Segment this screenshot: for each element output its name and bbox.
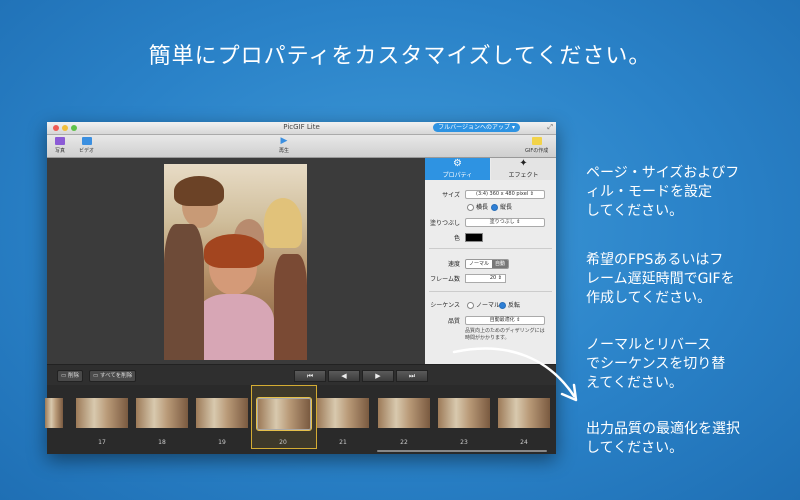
size-value: (3:4) 360 x 480 pixel	[476, 191, 529, 197]
caption-quality: 出力品質の最適化を選択 してください。	[586, 421, 740, 456]
chevron-updown-icon: ⇕	[516, 219, 521, 225]
speed-label: 速度	[447, 261, 460, 268]
sequence-normal-label: ノーマル	[476, 302, 501, 309]
properties-panel: ⚙ プロパティ ✦ エフェクト サイズ (3:4) 360 x 480 pixe…	[425, 158, 556, 364]
frame-thumbnail-17[interactable]	[76, 398, 128, 428]
image-icon: ▭	[61, 373, 67, 379]
last-frame-button[interactable]: ⏭	[396, 370, 428, 382]
skip-end-icon: ⏭	[408, 372, 416, 380]
magic-wand-icon: ✦	[519, 158, 528, 169]
next-frame-button[interactable]: ▶	[362, 370, 394, 382]
frame-number: 17	[98, 439, 106, 446]
quality-label: 品質	[447, 318, 460, 325]
frame-number: 18	[158, 439, 166, 446]
frame-number: 23	[460, 439, 468, 446]
play-button[interactable]: ▶ 再生	[279, 136, 290, 155]
portrait-radio[interactable]	[491, 204, 498, 211]
size-select[interactable]: (3:4) 360 x 480 pixel ⇕	[465, 190, 545, 199]
tab-effects[interactable]: ✦ エフェクト	[491, 158, 556, 180]
stepper-icon[interactable]: ⇕	[498, 275, 502, 281]
size-label: サイズ	[442, 192, 460, 199]
fullscreen-icon[interactable]: ⤢	[547, 123, 553, 132]
landscape-option[interactable]: 横長	[467, 202, 488, 211]
landscape-radio[interactable]	[467, 204, 474, 211]
delete-button[interactable]: ▭ 削除	[57, 370, 83, 382]
photo-button[interactable]: 写真	[55, 137, 65, 154]
chevron-updown-icon: ⇕	[529, 191, 534, 197]
sequence-normal-radio[interactable]	[467, 302, 474, 309]
gear-icon: ⚙	[453, 158, 462, 169]
upgrade-label: フルバージョンへのアップ	[438, 124, 511, 131]
preview-photo	[164, 164, 307, 360]
tab-properties[interactable]: ⚙ プロパティ	[425, 158, 490, 180]
speed-auto-option[interactable]: 自動	[492, 260, 509, 268]
frame-thumbnail-22[interactable]	[378, 398, 430, 428]
color-label: 色	[453, 235, 460, 242]
toolbar: 写真 ビデオ ▶ 再生 GIFの作成	[47, 135, 556, 158]
frame-thumbnail-19[interactable]	[196, 398, 248, 428]
arrow-left-icon: ◀	[341, 372, 347, 380]
caption-page-size: ページ・サイズおよびフ ィル・モードを設定 してください。	[586, 165, 740, 219]
delete-label: 削除	[67, 373, 79, 379]
image-icon: ▭	[93, 373, 99, 379]
fill-select[interactable]: 塗りつぶし ⇕	[465, 218, 545, 227]
landscape-label: 横長	[476, 204, 489, 211]
photo-label: 写真	[55, 148, 66, 154]
pointer-arrow-icon	[452, 347, 578, 402]
quality-select[interactable]: 自動最適化 ⇕	[465, 316, 545, 325]
filmstrip-scrollbar[interactable]	[377, 450, 547, 452]
fill-value: 塗りつぶし	[489, 219, 515, 225]
speed-normal-option[interactable]: ノーマル	[466, 260, 493, 268]
video-button[interactable]: ビデオ	[79, 137, 94, 154]
frame-number: 21	[339, 439, 347, 446]
speed-toggle: ノーマル 自動	[465, 259, 510, 269]
frame-number: 20	[279, 439, 287, 446]
frame-number: 22	[400, 439, 408, 446]
title-bar: PicGIF Lite フルバージョンへのアップ ▾ ⤢	[47, 122, 556, 135]
fill-label: 塗りつぶし	[429, 220, 460, 227]
video-label: ビデオ	[79, 148, 95, 154]
skip-start-icon: ⏮	[306, 372, 314, 380]
play-label: 再生	[279, 148, 290, 154]
frame-thumbnail-18[interactable]	[136, 398, 188, 428]
tab-properties-label: プロパティ	[442, 172, 473, 179]
portrait-option[interactable]: 縦長	[491, 202, 512, 211]
first-frame-button[interactable]: ⏮	[294, 370, 326, 382]
frame-number: 24	[520, 439, 528, 446]
preview-canvas	[47, 158, 425, 364]
create-gif-label: GIFの作成	[525, 148, 549, 154]
chevron-updown-icon: ⇕	[516, 317, 521, 323]
frames-value: 20	[489, 275, 497, 281]
delete-all-label: すべてを削除	[99, 373, 133, 379]
sequence-normal-option[interactable]: ノーマル	[467, 300, 500, 309]
sequence-reverse-option[interactable]: 反転	[499, 300, 520, 309]
delete-all-button[interactable]: ▭ すべてを削除	[89, 370, 137, 382]
arrow-right-icon: ▶	[375, 372, 381, 380]
caption-fps: 希望のFPSあるいはフ レーム遅延時間でGIFを 作成してください。	[586, 252, 735, 306]
headline: 簡単にプロパティをカスタマイズしてください。	[148, 44, 652, 69]
prev-frame-button[interactable]: ◀	[328, 370, 360, 382]
tab-effects-label: エフェクト	[508, 172, 539, 179]
gif-icon	[531, 137, 542, 145]
create-gif-button[interactable]: GIFの作成	[525, 137, 548, 154]
frame-thumbnail-partial[interactable]	[45, 398, 63, 428]
frame-thumbnail-20[interactable]	[256, 397, 312, 431]
frame-number: 19	[218, 439, 226, 446]
portrait-label: 縦長	[500, 204, 513, 211]
frames-input[interactable]: 20 ⇕	[465, 274, 506, 283]
photo-icon	[55, 137, 65, 145]
caption-sequence: ノーマルとリバース でシーケンスを切り替 えてください。	[586, 337, 726, 391]
frames-label: フレーム数	[430, 276, 460, 283]
quality-value: 自動最適化	[489, 317, 515, 323]
upgrade-button[interactable]: フルバージョンへのアップ ▾	[433, 123, 520, 132]
sequence-reverse-label: 反転	[508, 302, 521, 309]
frame-thumbnail-21[interactable]	[317, 398, 369, 428]
sequence-reverse-radio[interactable]	[499, 302, 506, 309]
chevron-down-icon: ▾	[511, 124, 515, 131]
play-icon: ▶	[280, 136, 288, 146]
sequence-label: シーケンス	[430, 302, 460, 309]
video-icon	[81, 137, 92, 145]
color-swatch[interactable]	[465, 233, 483, 242]
